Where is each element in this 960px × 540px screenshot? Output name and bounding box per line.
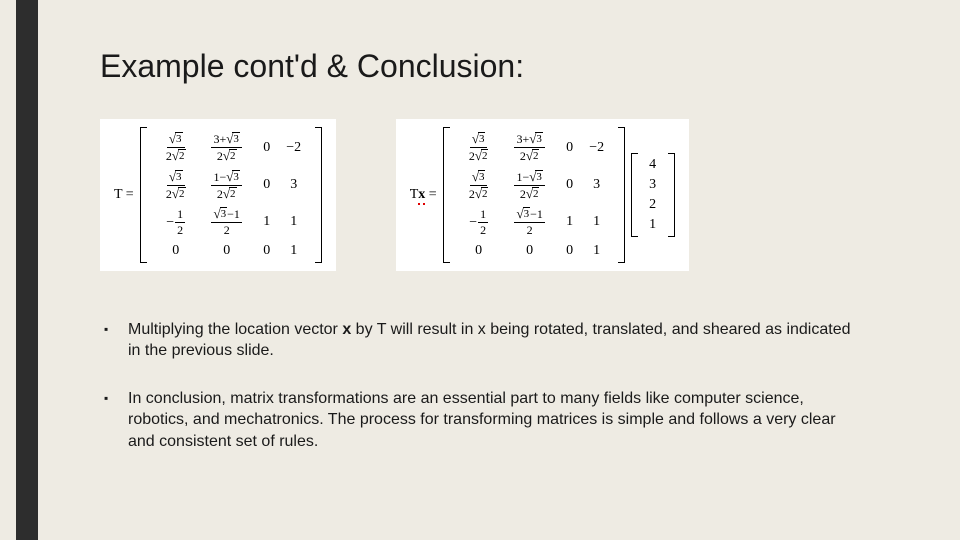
math-row: T = 322 3+322 0 −2 322 1−322 0 3: [100, 119, 920, 271]
bullet-list: Multiplying the location vector x by T w…: [100, 319, 920, 453]
matrix-Tx: Tx = 322 3+322 0 −2 322 1−322 0 3: [396, 119, 689, 271]
matrix-T: T = 322 3+322 0 −2 322 1−322 0 3: [100, 119, 336, 271]
lhs-T: T =: [114, 187, 134, 203]
vector-x: 4 3 2 1: [631, 153, 675, 237]
matrix-Tx-body: 322 3+322 0 −2 322 1−322 0 3 −12 3−12: [443, 127, 625, 263]
bullet-2: In conclusion, matrix transformations ar…: [100, 388, 860, 453]
slide-title: Example cont'd & Conclusion:: [100, 48, 920, 85]
accent-bar: [16, 0, 38, 540]
bullet-1: Multiplying the location vector x by T w…: [100, 319, 860, 362]
lhs-Tx: Tx =: [410, 187, 437, 203]
slide-content: Example cont'd & Conclusion: T = 322 3+3…: [100, 48, 920, 479]
matrix-T-body: 322 3+322 0 −2 322 1−322 0 3 −12 3−12: [140, 127, 322, 263]
